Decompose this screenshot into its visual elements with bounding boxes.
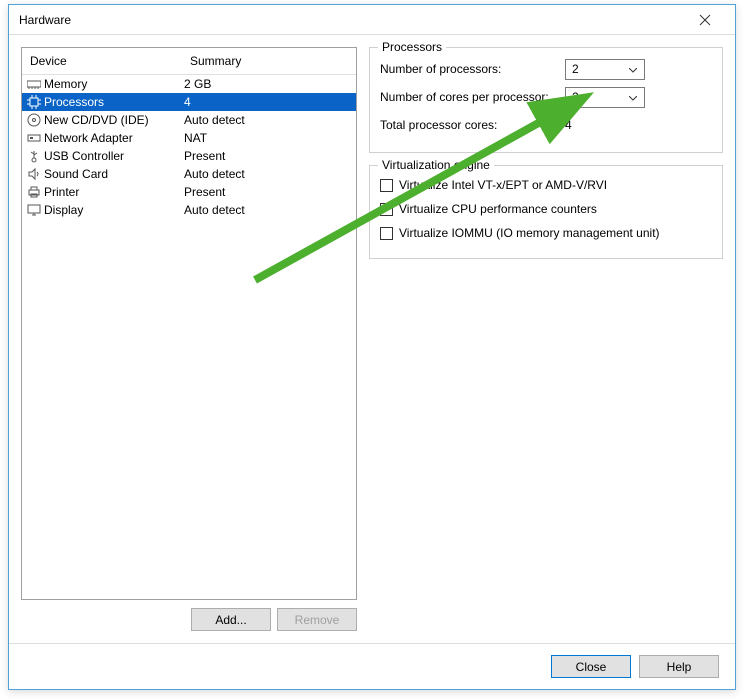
device-name: Sound Card bbox=[44, 167, 184, 181]
printer-icon bbox=[26, 184, 42, 200]
virt-perfcounters-checkbox[interactable] bbox=[380, 203, 393, 216]
virtualization-group-title: Virtualization engine bbox=[378, 158, 494, 172]
help-button[interactable]: Help bbox=[639, 655, 719, 678]
summary-column-header[interactable]: Summary bbox=[182, 48, 356, 74]
total-cores-value: 4 bbox=[565, 118, 712, 132]
processors-group: Processors Number of processors: 2 Numbe… bbox=[369, 47, 723, 153]
virt-intel-label: Virtualize Intel VT-x/EPT or AMD-V/RVI bbox=[399, 178, 607, 192]
remove-button: Remove bbox=[277, 608, 357, 631]
device-row-printer[interactable]: PrinterPresent bbox=[22, 183, 356, 201]
device-name: Processors bbox=[44, 95, 184, 109]
memory-icon bbox=[26, 76, 42, 92]
device-summary: 2 GB bbox=[184, 77, 356, 91]
cores-per-processor-value: 2 bbox=[572, 90, 626, 104]
virt-intel-checkbox[interactable] bbox=[380, 179, 393, 192]
device-rows-container: Memory2 GBProcessors4New CD/DVD (IDE)Aut… bbox=[22, 75, 356, 219]
device-summary: Auto detect bbox=[184, 203, 356, 217]
num-processors-row: Number of processors: 2 bbox=[380, 58, 712, 80]
bottom-bar: Close Help bbox=[9, 643, 735, 689]
display-icon bbox=[26, 202, 42, 218]
device-summary: Auto detect bbox=[184, 167, 356, 181]
device-name: Display bbox=[44, 203, 184, 217]
device-summary: Auto detect bbox=[184, 113, 356, 127]
close-icon bbox=[699, 14, 711, 26]
device-row-new-cd-dvd-ide-[interactable]: New CD/DVD (IDE)Auto detect bbox=[22, 111, 356, 129]
device-row-usb-controller[interactable]: USB ControllerPresent bbox=[22, 147, 356, 165]
num-processors-label: Number of processors: bbox=[380, 62, 565, 76]
cores-per-processor-dropdown[interactable]: 2 bbox=[565, 87, 645, 108]
total-cores-row: Total processor cores: 4 bbox=[380, 114, 712, 136]
num-processors-value: 2 bbox=[572, 62, 626, 76]
device-summary: Present bbox=[184, 185, 356, 199]
close-button[interactable]: Close bbox=[551, 655, 631, 678]
virtualization-group: Virtualization engine Virtualize Intel V… bbox=[369, 165, 723, 259]
device-summary: NAT bbox=[184, 131, 356, 145]
virt-iommu-row[interactable]: Virtualize IOMMU (IO memory management u… bbox=[380, 224, 712, 242]
device-name: Printer bbox=[44, 185, 184, 199]
network-icon bbox=[26, 130, 42, 146]
disc-icon bbox=[26, 112, 42, 128]
device-name: Network Adapter bbox=[44, 131, 184, 145]
device-list: Device Summary Memory2 GBProcessors4New … bbox=[21, 47, 357, 600]
chevron-down-icon bbox=[626, 62, 640, 76]
window-title: Hardware bbox=[19, 13, 685, 27]
device-name: Memory bbox=[44, 77, 184, 91]
virt-iommu-checkbox[interactable] bbox=[380, 227, 393, 240]
device-row-memory[interactable]: Memory2 GB bbox=[22, 75, 356, 93]
device-row-processors[interactable]: Processors4 bbox=[22, 93, 356, 111]
cores-per-processor-row: Number of cores per processor: 2 bbox=[380, 86, 712, 108]
device-summary: Present bbox=[184, 149, 356, 163]
virt-intel-row[interactable]: Virtualize Intel VT-x/EPT or AMD-V/RVI bbox=[380, 176, 712, 194]
device-summary: 4 bbox=[184, 95, 356, 109]
virt-perfcounters-label: Virtualize CPU performance counters bbox=[399, 202, 597, 216]
device-column-header[interactable]: Device bbox=[22, 48, 182, 74]
close-window-button[interactable] bbox=[685, 6, 725, 34]
device-name: USB Controller bbox=[44, 149, 184, 163]
left-panel: Device Summary Memory2 GBProcessors4New … bbox=[21, 47, 357, 631]
cpu-icon bbox=[26, 94, 42, 110]
processors-group-title: Processors bbox=[378, 40, 446, 54]
device-row-sound-card[interactable]: Sound CardAuto detect bbox=[22, 165, 356, 183]
device-list-buttons: Add... Remove bbox=[21, 608, 357, 631]
num-processors-dropdown[interactable]: 2 bbox=[565, 59, 645, 80]
virt-perfcounters-row[interactable]: Virtualize CPU performance counters bbox=[380, 200, 712, 218]
usb-icon bbox=[26, 148, 42, 164]
device-name: New CD/DVD (IDE) bbox=[44, 113, 184, 127]
cores-per-processor-label: Number of cores per processor: bbox=[380, 90, 565, 104]
device-row-network-adapter[interactable]: Network AdapterNAT bbox=[22, 129, 356, 147]
total-cores-label: Total processor cores: bbox=[380, 118, 565, 132]
titlebar: Hardware bbox=[9, 5, 735, 35]
add-button[interactable]: Add... bbox=[191, 608, 271, 631]
virt-iommu-label: Virtualize IOMMU (IO memory management u… bbox=[399, 226, 660, 240]
right-panel: Processors Number of processors: 2 Numbe… bbox=[357, 47, 723, 631]
chevron-down-icon bbox=[626, 90, 640, 104]
device-row-display[interactable]: DisplayAuto detect bbox=[22, 201, 356, 219]
content-area: Device Summary Memory2 GBProcessors4New … bbox=[9, 35, 735, 643]
hardware-dialog: Hardware Device Summary Memory2 GBProces… bbox=[8, 4, 736, 690]
device-list-header: Device Summary bbox=[22, 48, 356, 75]
sound-icon bbox=[26, 166, 42, 182]
